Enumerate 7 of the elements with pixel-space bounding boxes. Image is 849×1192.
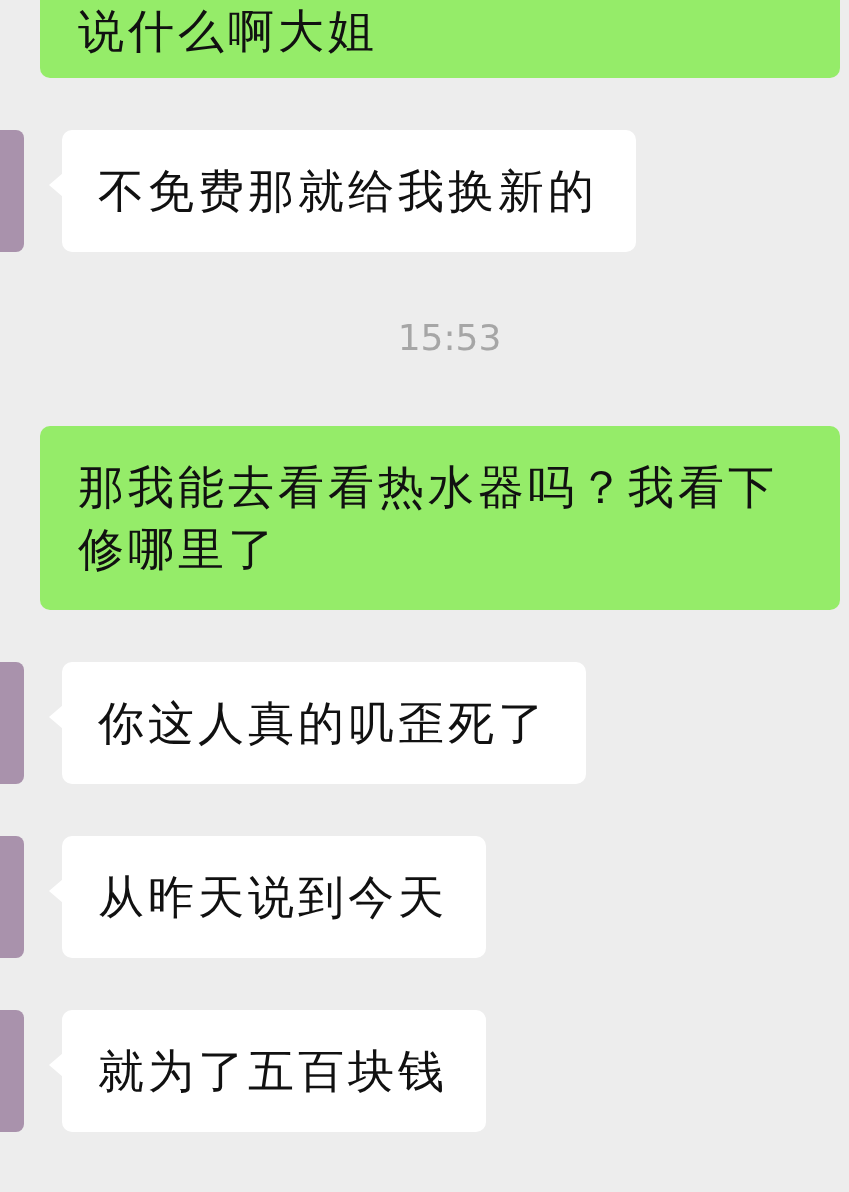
message-text: 不免费那就给我换新的 xyxy=(98,163,598,220)
message-text: 从昨天说到今天 xyxy=(98,869,448,926)
message-text: 说什么啊大姐 xyxy=(78,3,379,60)
message-text: 你这人真的叽歪死了 xyxy=(98,695,548,752)
timestamp: 15:53 xyxy=(396,316,503,360)
message-text: 就为了五百块钱 xyxy=(98,1043,448,1100)
message-text: 那我能去看看热水器吗？我看下修哪里了 xyxy=(78,459,779,578)
